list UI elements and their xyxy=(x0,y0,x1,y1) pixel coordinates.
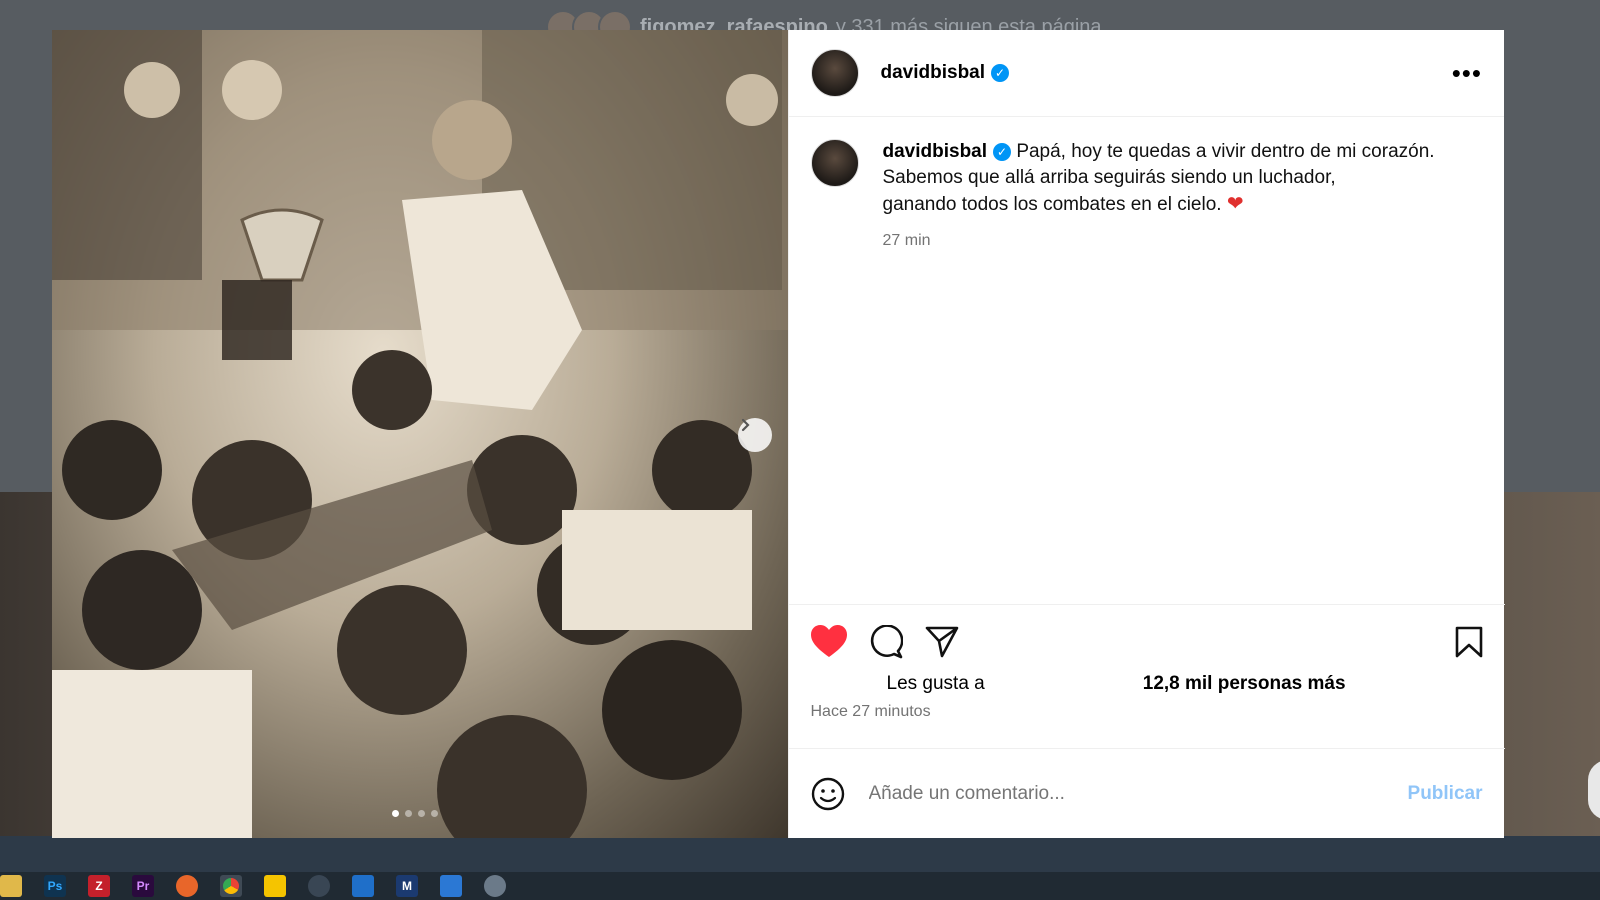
screen-capture-icon[interactable] xyxy=(308,875,330,897)
carousel-indicator xyxy=(392,810,438,817)
like-heart-icon[interactable] xyxy=(810,625,847,659)
post-actions: Les gusta a 12,8 mil personas más Hace 2… xyxy=(788,604,1505,721)
verified-badge-icon: ✓ xyxy=(991,64,1010,82)
heart-emoji: ❤ xyxy=(1226,193,1244,215)
caption-author-avatar[interactable] xyxy=(810,139,859,187)
carousel-next-button[interactable] xyxy=(738,418,772,452)
post-header: davidbisbal ✓ ••• xyxy=(788,30,1504,117)
caption-username[interactable]: davidbisbal xyxy=(883,141,988,162)
filezilla-icon[interactable]: Z xyxy=(88,875,110,897)
post-date[interactable]: Hace 27 minutos xyxy=(789,695,1505,721)
premiere-icon[interactable]: Pr xyxy=(132,875,154,897)
page-background-strip xyxy=(0,836,1600,872)
comment-composer: Publicar xyxy=(788,748,1505,838)
author-username[interactable]: davidbisbal xyxy=(881,62,986,84)
outlook-icon[interactable] xyxy=(352,875,374,897)
chrome-icon[interactable] xyxy=(220,875,242,897)
sticky-notes-icon[interactable] xyxy=(264,875,286,897)
carousel-dot xyxy=(431,810,438,817)
firefox-icon[interactable] xyxy=(176,875,198,897)
post-sidebar: davidbisbal ✓ ••• davidbisbal ✓ Papá, hoy… xyxy=(787,30,1505,838)
caption-text-line2: Sabemos que allá arriba seguirás siendo … xyxy=(882,167,1336,188)
likes-count-link[interactable]: 12,8 mil personas más xyxy=(1143,673,1346,695)
chevron-right-icon xyxy=(741,418,750,432)
post-modal: davidbisbal ✓ ••• davidbisbal ✓ Papá, hoy… xyxy=(52,30,1505,838)
paint-icon[interactable] xyxy=(484,875,506,897)
save-bookmark-icon[interactable] xyxy=(1455,626,1483,658)
more-options-icon[interactable]: ••• xyxy=(1452,60,1482,86)
explorer-icon[interactable] xyxy=(0,875,22,897)
emoji-picker-icon[interactable] xyxy=(811,777,845,811)
comment-input[interactable] xyxy=(866,781,1408,806)
post-photo xyxy=(52,30,788,838)
caption-text-line3: ganando todos los combates en el cielo. xyxy=(882,194,1222,215)
comment-icon[interactable] xyxy=(869,625,903,659)
vintage-photo-illustration xyxy=(52,30,788,838)
carousel-dot xyxy=(418,810,425,817)
likes-summary: Les gusta a 12,8 mil personas más xyxy=(789,659,1505,695)
document-icon[interactable] xyxy=(440,875,462,897)
caption-body: davidbisbal ✓ Papá, hoy te quedas a vivir… xyxy=(883,139,1463,254)
caption-timestamp[interactable]: 27 min xyxy=(883,228,1463,254)
photoshop-icon[interactable]: Ps xyxy=(44,875,66,897)
caption-text-line1: Papá, hoy te quedas a vivir dentro de mi… xyxy=(1016,141,1435,162)
author-avatar[interactable] xyxy=(810,49,859,97)
maxthon-icon[interactable]: M xyxy=(396,875,418,897)
action-icons-row xyxy=(789,605,1505,659)
verified-badge-icon: ✓ xyxy=(993,142,1012,161)
carousel-dot xyxy=(392,810,399,817)
taskbar: Ps Z Pr M xyxy=(0,872,1600,900)
likes-prefix: Les gusta a xyxy=(886,673,985,694)
post-caption: davidbisbal ✓ Papá, hoy te quedas a vivir… xyxy=(789,117,1505,254)
share-icon[interactable] xyxy=(925,625,959,659)
publish-button[interactable]: Publicar xyxy=(1408,783,1483,805)
carousel-dot xyxy=(405,810,412,817)
